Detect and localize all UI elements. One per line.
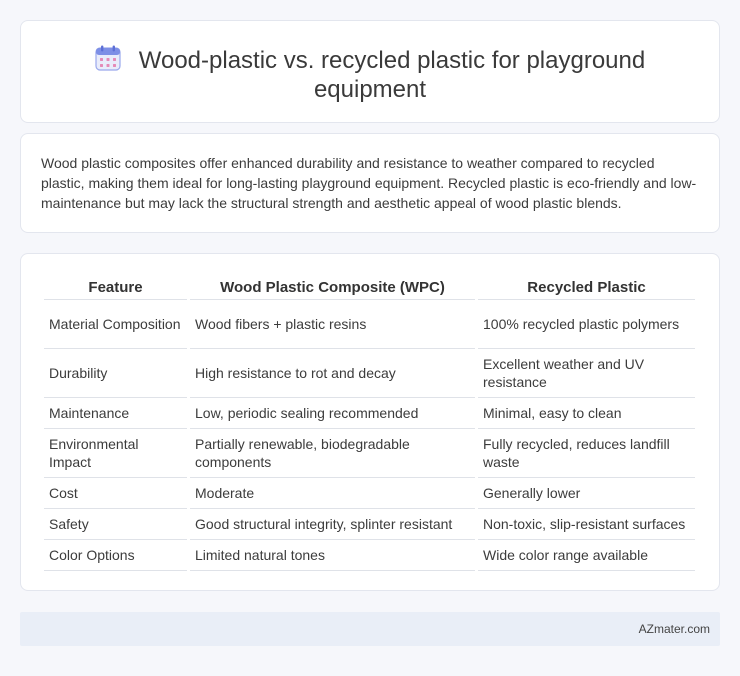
cell-recycled: Fully recycled, reduces landfill waste	[478, 429, 695, 478]
table-row: Durability High resistance to rot and de…	[44, 349, 695, 398]
cell-feature: Cost	[44, 478, 187, 509]
table-row: Safety Good structural integrity, splint…	[44, 509, 695, 540]
cell-wpc: Wood fibers + plastic resins	[190, 300, 475, 349]
calendar-icon	[95, 45, 121, 71]
cell-wpc: Good structural integrity, splinter resi…	[190, 509, 475, 540]
cell-feature: Color Options	[44, 540, 187, 571]
cell-recycled: Wide color range available	[478, 540, 695, 571]
table-row: Maintenance Low, periodic sealing recomm…	[44, 398, 695, 429]
header-feature: Feature	[44, 274, 187, 300]
cell-wpc: High resistance to rot and decay	[190, 349, 475, 398]
table-row: Cost Moderate Generally lower	[44, 478, 695, 509]
comparison-card: Feature Wood Plastic Composite (WPC) Rec…	[20, 253, 720, 591]
table-row: Material Composition Wood fibers + plast…	[44, 300, 695, 349]
table-row: Environmental Impact Partially renewable…	[44, 429, 695, 478]
cell-wpc: Partially renewable, biodegradable compo…	[190, 429, 475, 478]
comparison-table: Feature Wood Plastic Composite (WPC) Rec…	[41, 274, 698, 571]
title-line-2: equipment	[313, 76, 427, 103]
cell-recycled: Excellent weather and UV resistance	[478, 349, 695, 398]
intro-text: Wood plastic composites offer enhanced d…	[41, 155, 697, 211]
cell-recycled: Minimal, easy to clean	[478, 398, 695, 429]
cell-feature: Material Composition	[44, 300, 187, 349]
intro-card: Wood plastic composites offer enhanced d…	[20, 133, 720, 233]
header-wpc: Wood Plastic Composite (WPC)	[190, 274, 475, 300]
table-row: Color Options Limited natural tones Wide…	[44, 540, 695, 571]
cell-wpc: Moderate	[190, 478, 475, 509]
footer-bar: AZmater.com	[20, 612, 720, 646]
cell-recycled: Non-toxic, slip-resistant surfaces	[478, 509, 695, 540]
page-title: Wood-plastic vs. recycled plastic for pl…	[21, 45, 719, 104]
cell-wpc: Low, periodic sealing recommended	[190, 398, 475, 429]
cell-recycled: 100% recycled plastic polymers	[478, 300, 695, 349]
title-card: Wood-plastic vs. recycled plastic for pl…	[20, 20, 720, 123]
header-recycled: Recycled Plastic	[478, 274, 695, 300]
cell-recycled: Generally lower	[478, 478, 695, 509]
cell-feature: Maintenance	[44, 398, 187, 429]
footer-brand: AZmater.com	[638, 622, 710, 636]
table-header-row: Feature Wood Plastic Composite (WPC) Rec…	[44, 274, 695, 300]
cell-wpc: Limited natural tones	[190, 540, 475, 571]
cell-feature: Safety	[44, 509, 187, 540]
title-line-1: Wood-plastic vs. recycled plastic for pl…	[138, 47, 646, 74]
cell-feature: Durability	[44, 349, 187, 398]
cell-feature: Environmental Impact	[44, 429, 187, 478]
